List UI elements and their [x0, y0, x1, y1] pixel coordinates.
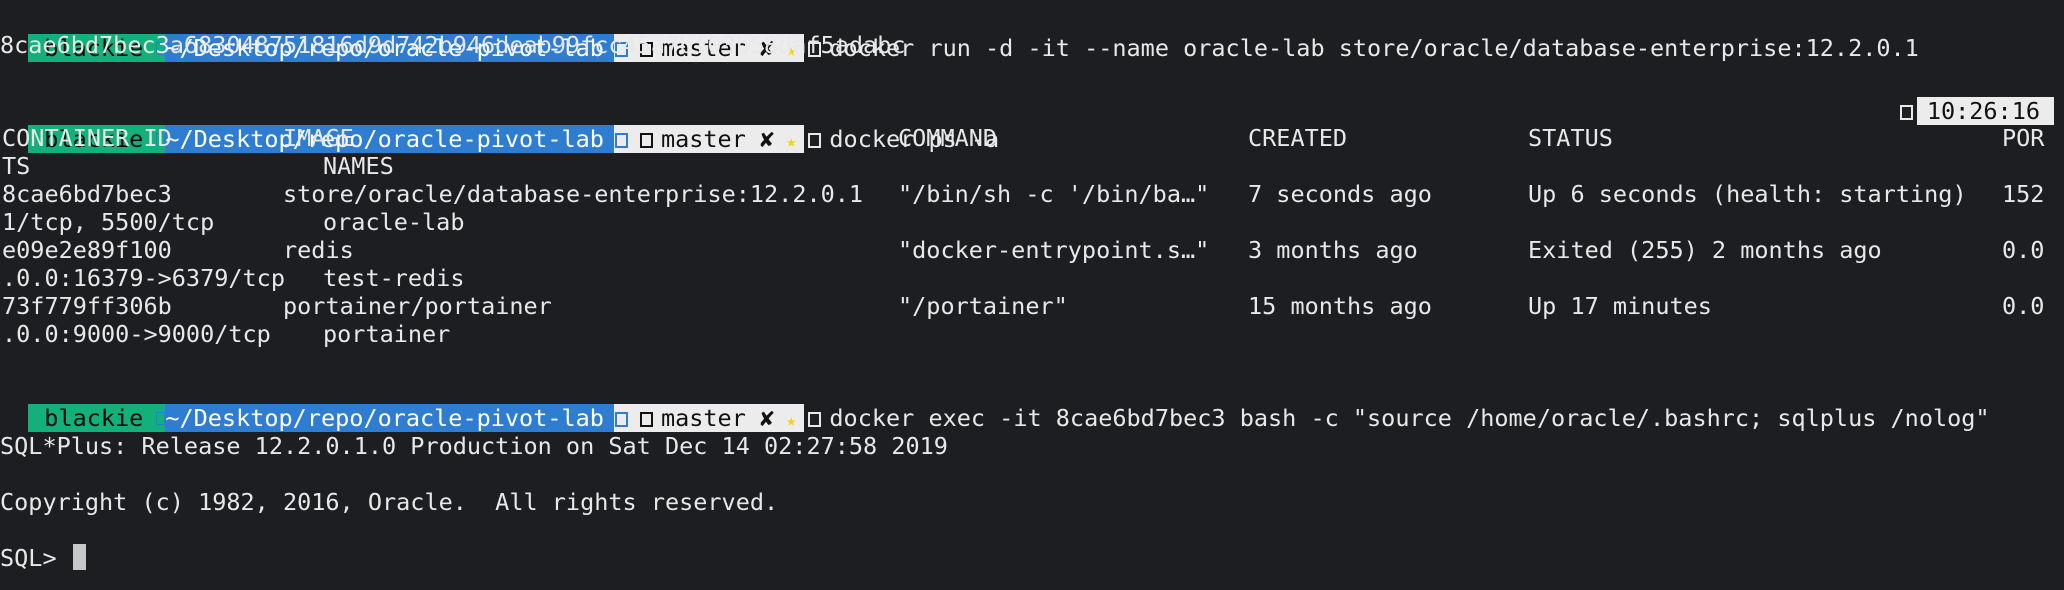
prompt-branch: master — [660, 125, 746, 153]
cell-ports-wrap: .0.0:16379->6379/tcp — [2, 264, 285, 292]
dirty-mark-icon: ✘ — [760, 125, 775, 153]
segment-separator-icon — [613, 404, 638, 432]
cell-image: portainer/portainer — [283, 292, 552, 320]
run-output: 8cae6bd7bec3a683048751816d9d742b946deab9… — [0, 31, 906, 59]
segment-separator-icon — [613, 125, 638, 153]
header-command: COMMAND — [898, 124, 998, 152]
header-ports-start: POR — [2002, 124, 2045, 152]
prompt-git: master ✘ ★ — [637, 404, 805, 432]
command-text: docker run -d -it --name oracle-lab stor… — [829, 34, 1919, 62]
branch-icon — [639, 133, 653, 148]
branch-icon — [639, 412, 653, 427]
header-container-id: CONTAINER ID — [2, 124, 172, 152]
cell-created: 3 months ago — [1248, 236, 1418, 264]
prompt-branch: master — [660, 404, 746, 432]
clock-segment-icon — [1899, 105, 1913, 120]
prompt-path: ~/Desktop/repo/oracle-pivot-lab — [165, 404, 614, 432]
header-image: IMAGE — [283, 124, 354, 152]
header-ports-wrap: TS — [2, 152, 31, 180]
cell-image: redis — [283, 236, 354, 264]
cell-created: 15 months ago — [1248, 292, 1432, 320]
cell-ports-wrap: .0.0:9000->9000/tcp — [2, 320, 271, 348]
cell-command: "/bin/sh -c '/bin/ba…" — [898, 180, 1210, 208]
cell-ports-start: 152 — [2002, 180, 2045, 208]
sqlplus-copyright: Copyright (c) 1982, 2016, Oracle. All ri… — [0, 488, 779, 516]
prompt-git: master ✘ ★ — [637, 125, 805, 153]
prompt-bar: blackie ~/Desktop/repo/oracle-pivot-lab ma… — [28, 404, 805, 432]
prompt-line-3: blackie ~/Desktop/repo/oracle-pivot-lab ma… — [0, 376, 1990, 432]
cell-image: store/oracle/database-enterprise:12.2.0.… — [283, 180, 864, 208]
right-prompt: 10:26:16 — [1899, 97, 2054, 125]
terminal-cursor[interactable] — [72, 544, 86, 570]
cell-container-id: 8cae6bd7bec3 — [2, 180, 172, 208]
cell-container-id: e09e2e89f100 — [2, 236, 172, 264]
sqlplus-banner: SQL*Plus: Release 12.2.0.1.0 Production … — [0, 432, 948, 460]
cell-ports-start: 0.0 — [2002, 292, 2045, 320]
prompt-line-1: blackie ~/Desktop/repo/oracle-pivot-lab ma… — [0, 6, 1919, 62]
cell-names: portainer — [323, 320, 451, 348]
cell-container-id: 73f779ff306b — [2, 292, 172, 320]
star-icon: ★ — [786, 132, 797, 152]
prompt-end-icon — [808, 133, 822, 148]
dirty-mark-icon: ✘ — [760, 404, 775, 432]
segment-separator-icon — [155, 404, 166, 432]
sql-prompt-line[interactable]: SQL> — [0, 544, 86, 572]
cell-status: Up 6 seconds (health: starting) — [1528, 180, 1967, 208]
header-created: CREATED — [1248, 124, 1348, 152]
sql-prompt: SQL> — [0, 544, 71, 572]
right-prompt-time: 10:26:16 — [1916, 97, 2054, 125]
cell-command: "/portainer" — [898, 292, 1068, 320]
cell-created: 7 seconds ago — [1248, 180, 1432, 208]
star-icon: ★ — [786, 411, 797, 431]
cell-command: "docker-entrypoint.s…" — [898, 236, 1210, 264]
cell-ports-wrap: 1/tcp, 5500/tcp — [2, 208, 215, 236]
cell-names: test-redis — [323, 264, 465, 292]
header-status: STATUS — [1528, 124, 1613, 152]
cell-ports-start: 0.0 — [2002, 236, 2045, 264]
cell-status: Up 17 minutes — [1528, 292, 1712, 320]
prompt-end-icon — [808, 412, 822, 427]
prompt-line-2: blackie ~/Desktop/repo/oracle-pivot-lab ma… — [0, 97, 999, 153]
prompt-user: blackie — [28, 404, 156, 432]
cell-names: oracle-lab — [323, 208, 465, 236]
cell-status: Exited (255) 2 months ago — [1528, 236, 1882, 264]
command-text: docker exec -it 8cae6bd7bec3 bash -c "so… — [829, 404, 1990, 432]
header-names: NAMES — [323, 152, 394, 180]
prompt-path: ~/Desktop/repo/oracle-pivot-lab — [165, 125, 614, 153]
